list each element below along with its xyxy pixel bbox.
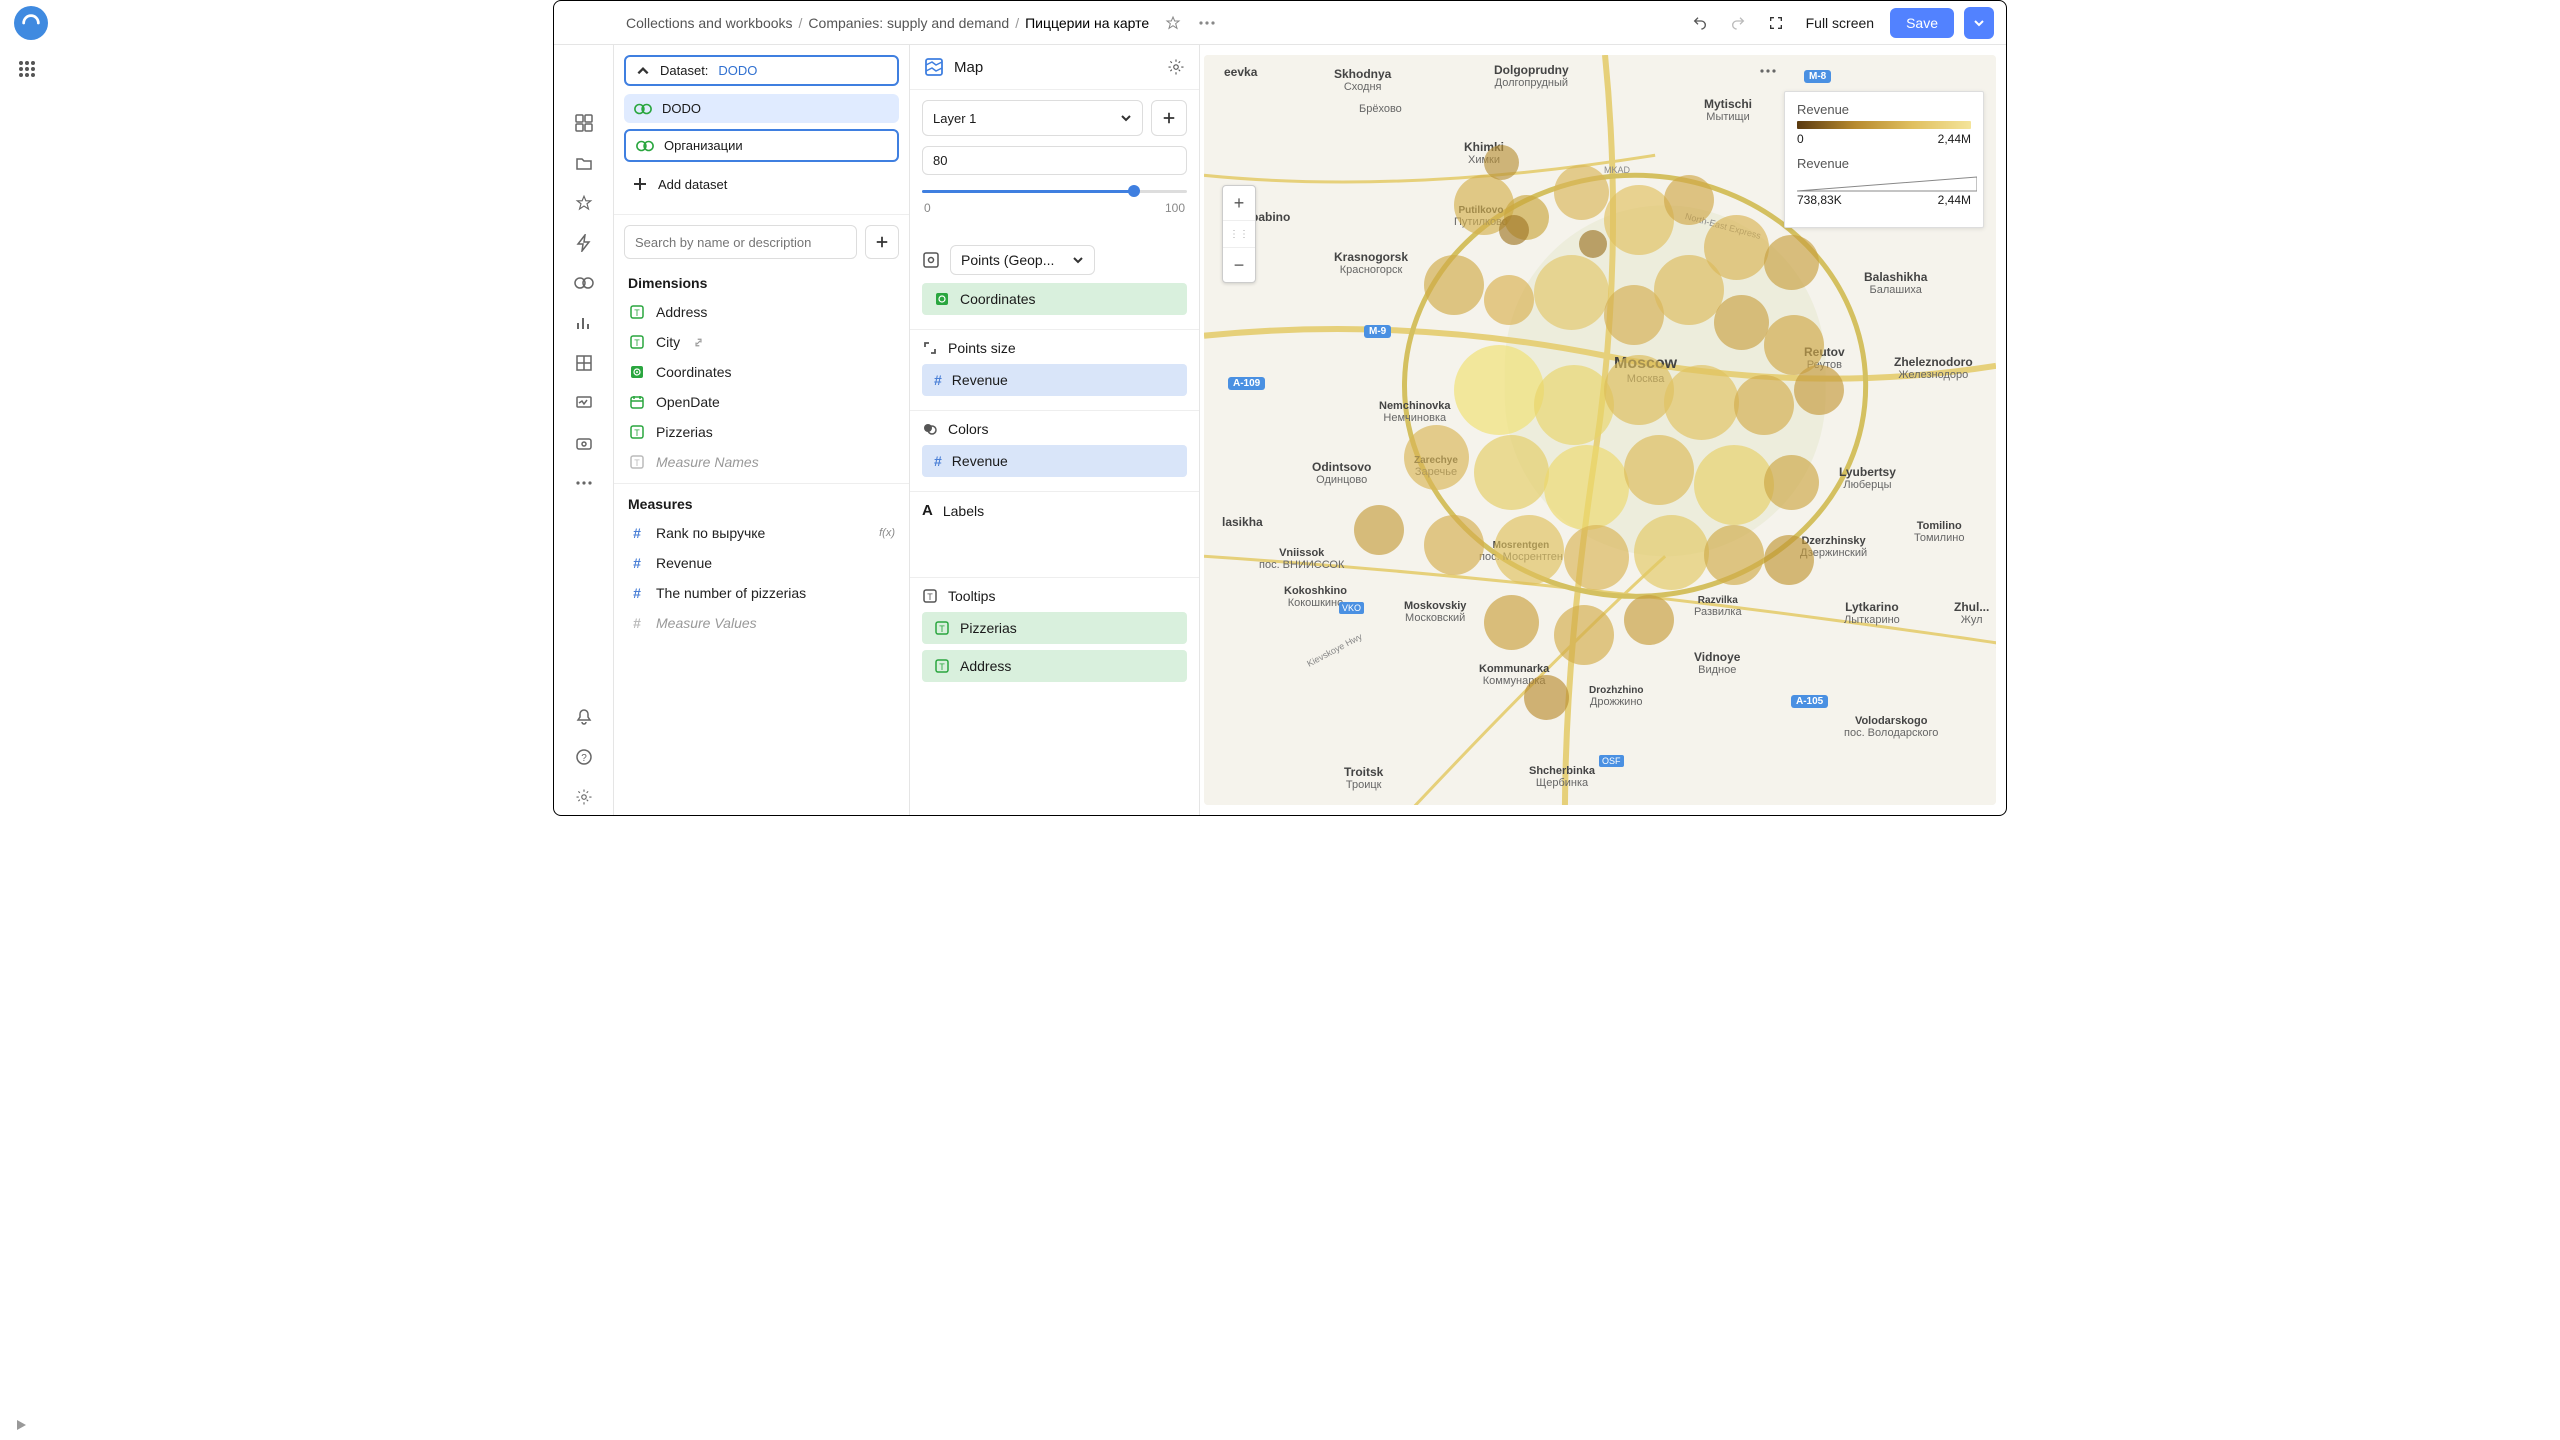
undo-icon[interactable] xyxy=(1686,9,1714,37)
breadcrumb-current[interactable]: Пиццерии на карте xyxy=(1025,15,1149,31)
dataset-selector[interactable]: Dataset: DODO xyxy=(624,55,899,86)
nav-dashboards-icon[interactable] xyxy=(566,105,602,141)
tooltips-icon: T xyxy=(922,588,938,604)
config-panel: Map Layer 1 80 0100 Points (Geop... Coor… xyxy=(910,45,1200,815)
datasets-panel: Dataset: DODO DODO Организации Add datas… xyxy=(614,45,910,815)
svg-text:T: T xyxy=(634,428,640,438)
size-triangle xyxy=(1797,175,1977,193)
fx-icon: f(x) xyxy=(879,527,895,539)
fullscreen-button[interactable]: Full screen xyxy=(1800,11,1880,35)
map-viz-icon xyxy=(924,57,944,77)
add-field-button[interactable] xyxy=(865,225,899,259)
nav-folder-icon[interactable] xyxy=(566,145,602,181)
nav-help-icon[interactable]: ? xyxy=(566,739,602,775)
chip-color[interactable]: #Revenue xyxy=(922,445,1187,477)
field-num-pizzerias[interactable]: #The number of pizzerias xyxy=(614,578,909,608)
dataset-item-dodo[interactable]: DODO xyxy=(624,94,899,123)
nav-more-icon[interactable] xyxy=(566,465,602,501)
dimensions-title: Dimensions xyxy=(614,269,909,297)
dataset-item-organizations[interactable]: Организации xyxy=(624,129,899,162)
nav-monitor-icon[interactable] xyxy=(566,385,602,421)
field-measure-values[interactable]: #Measure Values xyxy=(614,608,909,638)
chip-tooltip-address[interactable]: TAddress xyxy=(922,650,1187,682)
zoom-out-button[interactable]: − xyxy=(1223,248,1255,282)
left-nav: ? xyxy=(554,45,614,815)
chip-coordinates[interactable]: Coordinates xyxy=(922,283,1187,315)
svg-text:?: ? xyxy=(581,753,587,764)
link-icon xyxy=(692,336,705,349)
more-icon[interactable] xyxy=(1193,9,1221,37)
layer-select[interactable]: Layer 1 xyxy=(922,100,1143,136)
airport-osf-icon: OSF xyxy=(1599,755,1624,767)
fullscreen-icon[interactable] xyxy=(1762,9,1790,37)
add-dataset-button[interactable]: Add dataset xyxy=(624,170,899,198)
save-button[interactable]: Save xyxy=(1890,8,1954,38)
breadcrumb-mid[interactable]: Companies: supply and demand xyxy=(808,15,1009,31)
svg-text:T: T xyxy=(634,458,640,468)
save-chevron[interactable] xyxy=(1964,7,1994,39)
map-canvas[interactable]: eevka SkhodnyaСходня Брёхово Dolgoprudny… xyxy=(1204,55,1996,805)
search-input[interactable] xyxy=(624,225,857,259)
field-coordinates[interactable]: Coordinates xyxy=(614,357,909,387)
field-pizzerias[interactable]: TPizzerias xyxy=(614,417,909,447)
nav-star-icon[interactable] xyxy=(566,185,602,221)
measures-title: Measures xyxy=(614,490,909,518)
breadcrumb-root[interactable]: Collections and workbooks xyxy=(626,15,793,31)
airport-vko-icon: VKO xyxy=(1339,602,1364,614)
svg-text:T: T xyxy=(634,338,640,348)
redo-icon[interactable] xyxy=(1724,9,1752,37)
gear-icon[interactable] xyxy=(1167,58,1185,76)
svg-text:T: T xyxy=(634,308,640,318)
field-measure-names[interactable]: TMeasure Names xyxy=(614,447,909,477)
svg-text:T: T xyxy=(927,592,933,602)
nav-bolt-icon[interactable] xyxy=(566,225,602,261)
labels-icon: A xyxy=(922,502,933,519)
geo-type-select[interactable]: Points (Geop... xyxy=(950,245,1095,275)
opacity-input[interactable]: 80 xyxy=(922,146,1187,175)
add-layer-button[interactable] xyxy=(1151,100,1187,136)
nav-link-icon[interactable] xyxy=(566,265,602,301)
zoom-grip[interactable]: ⋮⋮ xyxy=(1223,220,1255,248)
svg-text:T: T xyxy=(939,662,945,672)
nav-camera-icon[interactable] xyxy=(566,425,602,461)
nav-gear-icon[interactable] xyxy=(566,779,602,815)
chip-tooltip-pizzerias[interactable]: TPizzerias xyxy=(922,612,1187,644)
field-address[interactable]: TAddress xyxy=(614,297,909,327)
svg-text:T: T xyxy=(939,624,945,634)
field-opendate[interactable]: OpenDate xyxy=(614,387,909,417)
field-revenue[interactable]: #Revenue xyxy=(614,548,909,578)
zoom-control: + ⋮⋮ − xyxy=(1222,185,1256,283)
nav-bell-icon[interactable] xyxy=(566,699,602,735)
topbar: Collections and workbooks / Companies: s… xyxy=(554,1,2006,45)
viz-type[interactable]: Map xyxy=(954,59,1157,76)
field-city[interactable]: TCity xyxy=(614,327,909,357)
map-menu-icon[interactable] xyxy=(1760,69,1776,73)
chip-size[interactable]: #Revenue xyxy=(922,364,1187,396)
star-icon[interactable] xyxy=(1159,9,1187,37)
nav-chart-icon[interactable] xyxy=(566,305,602,341)
colors-icon xyxy=(922,421,938,437)
zoom-in-button[interactable]: + xyxy=(1223,186,1255,220)
map-legend: Revenue 02,44M Revenue 738,83K2,44M xyxy=(1784,91,1984,228)
nav-grid-icon[interactable] xyxy=(566,345,602,381)
breadcrumb: Collections and workbooks / Companies: s… xyxy=(626,9,1678,37)
geo-icon xyxy=(922,251,940,269)
size-icon xyxy=(922,340,938,356)
field-rank[interactable]: #Rank по выручкеf(x) xyxy=(614,518,909,548)
topbar-actions: Full screen Save xyxy=(1686,7,1994,39)
opacity-slider[interactable] xyxy=(922,183,1187,199)
color-gradient xyxy=(1797,121,1971,129)
